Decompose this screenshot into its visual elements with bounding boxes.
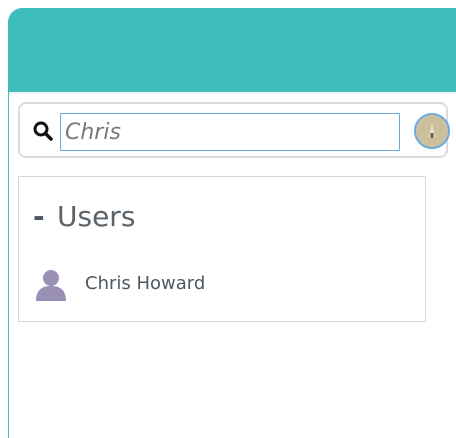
header-bar (9, 8, 456, 92)
user-icon (36, 270, 66, 301)
search-input[interactable] (60, 113, 400, 151)
user-result-item[interactable]: Chris Howard (29, 265, 409, 305)
search-icon[interactable] (32, 120, 54, 142)
avatar[interactable] (414, 113, 450, 149)
search-results-panel: - Users Chris Howard (18, 176, 426, 322)
collapse-toggle[interactable]: - (33, 197, 45, 237)
header-divider (9, 92, 456, 94)
search-bar (18, 102, 450, 158)
user-name: Chris Howard (85, 273, 206, 294)
app-panel: - Users Chris Howard (8, 8, 456, 438)
section-title-users: Users (57, 200, 136, 233)
avatar-icon (417, 116, 447, 146)
